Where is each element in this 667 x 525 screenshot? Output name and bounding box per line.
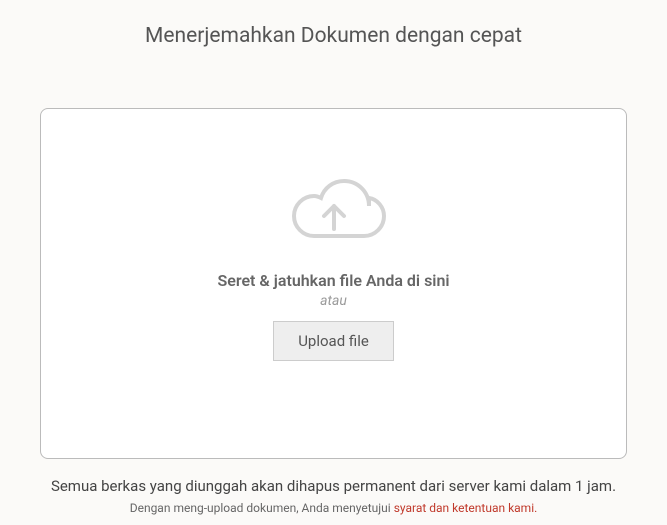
deletion-notice-text: Semua berkas yang diunggah akan dihapus …	[0, 477, 667, 495]
upload-file-button[interactable]: Upload file	[273, 321, 394, 361]
terms-link[interactable]: syarat dan ketentuan kami.	[394, 501, 538, 515]
terms-prefix-text: Dengan meng-upload dokumen, Anda menyetu…	[130, 501, 394, 515]
terms-text: Dengan meng-upload dokumen, Anda menyetu…	[0, 501, 667, 515]
drop-instruction-text: Seret & jatuhkan file Anda di sini	[217, 271, 449, 290]
upload-area-container: Seret & jatuhkan file Anda di sini atau …	[0, 108, 667, 459]
or-separator-text: atau	[320, 293, 347, 309]
cloud-upload-icon	[274, 166, 394, 261]
file-dropzone[interactable]: Seret & jatuhkan file Anda di sini atau …	[40, 108, 627, 459]
page-title: Menerjemahkan Dokumen dengan cepat	[0, 0, 667, 108]
